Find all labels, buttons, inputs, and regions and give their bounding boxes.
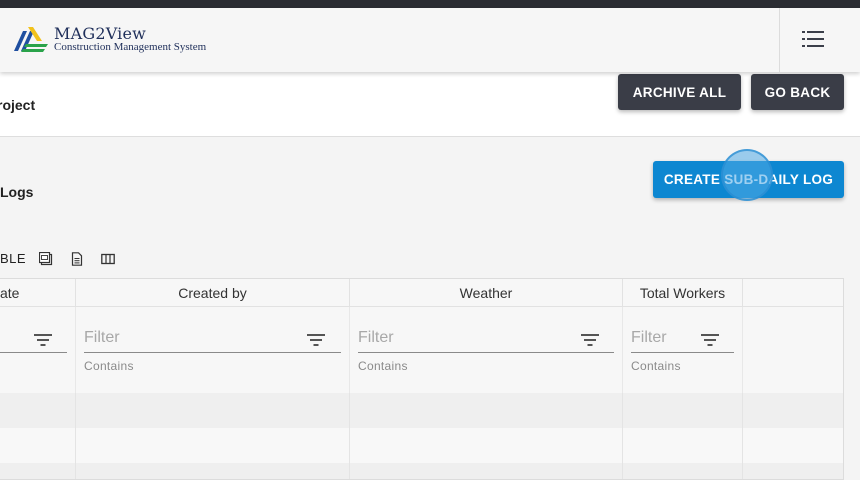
filter-cell-total-workers: Filter Contains [623, 307, 743, 393]
export-csv-icon[interactable] [39, 252, 53, 266]
column-header-total-workers[interactable]: Total Workers [623, 279, 743, 307]
filter-icon[interactable] [34, 333, 52, 347]
weather-filter-input[interactable]: Filter [358, 327, 614, 353]
column-header-date[interactable]: ate [0, 279, 76, 307]
list-menu-icon [802, 31, 824, 47]
app-bar: MAG2View Construction Management System [0, 8, 860, 72]
top-strip [0, 0, 860, 8]
date-filter-input[interactable] [0, 327, 67, 353]
filter-icon[interactable] [701, 333, 719, 347]
filter-row: Filter Contains Filter Contains Filter C… [0, 307, 843, 393]
filter-hint: Contains [84, 359, 134, 373]
filter-cell-date [0, 307, 76, 393]
filter-hint: Contains [631, 359, 681, 373]
go-back-button[interactable]: GO BACK [751, 74, 844, 110]
filter-placeholder: Filter [631, 329, 667, 346]
table-row[interactable] [0, 463, 843, 479]
menu-button[interactable] [779, 8, 860, 72]
table-row[interactable] [0, 393, 843, 428]
filter-icon[interactable] [581, 333, 599, 347]
filter-placeholder: Filter [84, 329, 120, 346]
filter-icon[interactable] [307, 333, 325, 347]
table-toolbar-label: BLE [0, 251, 27, 266]
data-grid: ate Created by Weather Total Workers Fil… [0, 278, 844, 480]
column-header-weather[interactable]: Weather [350, 279, 623, 307]
section-title: Logs [0, 184, 34, 200]
table-row[interactable] [0, 428, 843, 463]
columns-icon[interactable] [101, 252, 115, 266]
created-by-filter-input[interactable]: Filter [84, 327, 341, 353]
filter-cell-created-by: Filter Contains [76, 307, 350, 393]
column-header-created-by[interactable]: Created by [76, 279, 350, 307]
create-sub-daily-log-button[interactable]: CREATE SUB-DAILY LOG [653, 161, 844, 198]
filter-placeholder: Filter [358, 329, 394, 346]
filter-hint: Contains [358, 359, 408, 373]
filter-cell-weather: Filter Contains [350, 307, 623, 393]
total-workers-filter-input[interactable]: Filter [631, 327, 734, 353]
project-title: roject [0, 97, 36, 113]
archive-all-button[interactable]: ARCHIVE ALL [618, 74, 741, 110]
document-icon[interactable] [70, 252, 84, 266]
grid-header-row: ate Created by Weather Total Workers [0, 279, 843, 307]
mag2view-logo[interactable] [12, 25, 52, 55]
brand-subtitle: Construction Management System [54, 41, 207, 53]
